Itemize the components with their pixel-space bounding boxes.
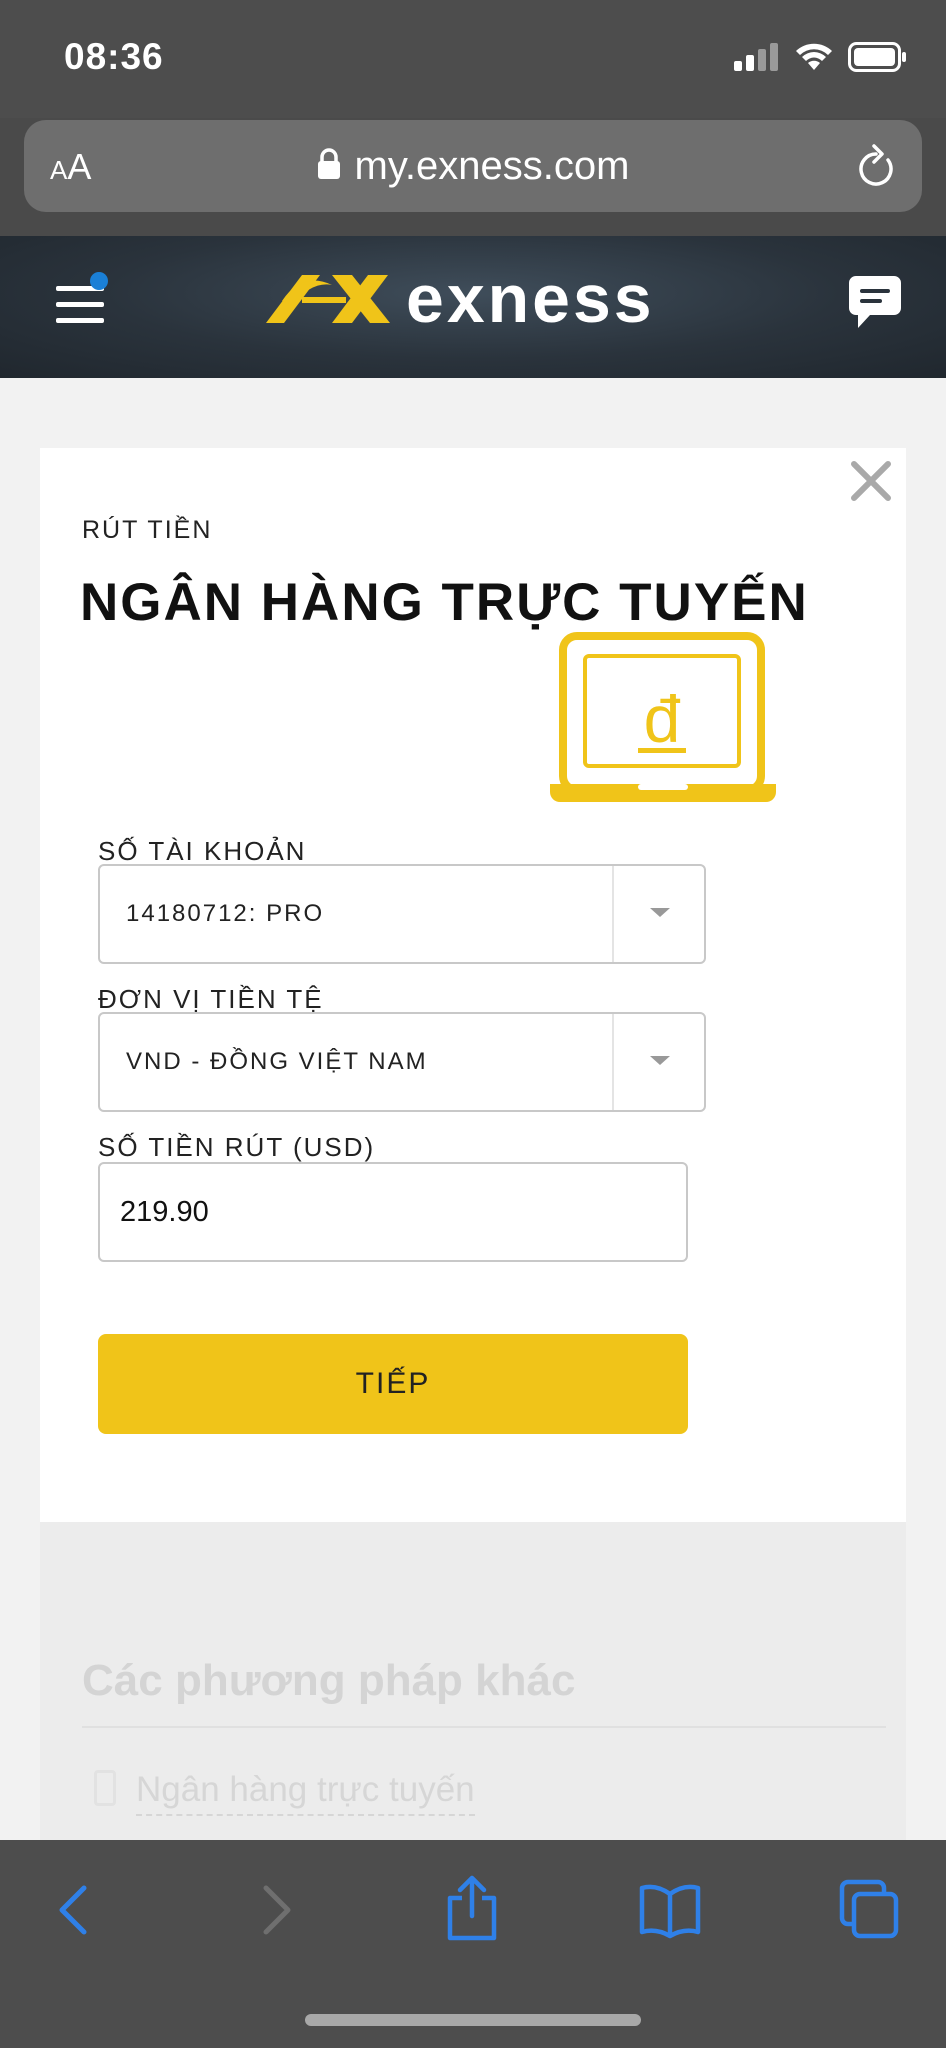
- url-display[interactable]: my.exness.com: [24, 144, 922, 189]
- exness-logo-mark-icon: [266, 275, 390, 323]
- status-time: 08:36: [64, 36, 164, 77]
- phone-icon: [94, 1770, 116, 1806]
- battery-icon: [848, 42, 906, 72]
- site-header: exness: [0, 236, 946, 378]
- amount-input[interactable]: [120, 1164, 670, 1260]
- bookmarks-icon[interactable]: [638, 1880, 702, 1940]
- forward-icon[interactable]: [256, 1880, 296, 1940]
- home-indicator[interactable]: [305, 2014, 641, 2026]
- amount-field[interactable]: [98, 1162, 688, 1262]
- other-methods-title: Các phương pháp khác: [82, 1656, 576, 1705]
- amount-label: SỐ TIỀN RÚT (USD): [98, 1132, 376, 1162]
- modal-title: NGÂN HÀNG TRỰC TUYẾN: [80, 573, 809, 632]
- currency-select-toggle[interactable]: [612, 1014, 704, 1110]
- currency-select[interactable]: VND - ĐỒNG VIỆT NAM: [98, 1012, 706, 1112]
- chat-icon[interactable]: [848, 274, 902, 332]
- account-label: SỐ TÀI KHOẢN: [98, 836, 307, 866]
- modal-eyebrow: RÚT TIỀN: [82, 516, 213, 544]
- wifi-icon: [796, 43, 832, 70]
- hamburger-menu-button[interactable]: [56, 272, 108, 332]
- account-select-toggle[interactable]: [612, 866, 704, 962]
- status-icons: [734, 42, 908, 72]
- signal-icon: [734, 43, 778, 71]
- withdrawal-modal: RÚT TIỀN NGÂN HÀNG TRỰC TUYẾN đ SỐ TÀI K…: [40, 448, 906, 1522]
- account-select-value: 14180712: PRO: [126, 900, 325, 927]
- close-icon[interactable]: [846, 456, 896, 506]
- notification-dot: [90, 272, 108, 290]
- back-icon[interactable]: [54, 1880, 94, 1940]
- laptop-currency-symbol: đ: [644, 682, 681, 756]
- logo-text: exness: [406, 261, 655, 337]
- laptop-dong-icon: đ: [550, 632, 776, 802]
- share-icon[interactable]: [444, 1874, 500, 1942]
- other-method-link[interactable]: Ngân hàng trực tuyến: [136, 1770, 475, 1816]
- account-select[interactable]: 14180712: PRO: [98, 864, 706, 964]
- url-text: my.exness.com: [354, 144, 630, 188]
- reload-icon[interactable]: [852, 140, 900, 192]
- divider: [82, 1726, 886, 1728]
- lock-icon: [317, 148, 340, 180]
- address-bar[interactable]: AA my.exness.com: [24, 120, 922, 212]
- tabs-icon[interactable]: [838, 1878, 900, 1940]
- chevron-down-icon: [650, 1056, 670, 1065]
- currency-select-value: VND - ĐỒNG VIỆT NAM: [126, 1048, 428, 1075]
- currency-label: ĐƠN VỊ TIỀN TỆ: [98, 984, 324, 1014]
- exness-logo[interactable]: exness: [262, 260, 655, 338]
- next-button[interactable]: TIẾP: [98, 1334, 688, 1434]
- status-bar: 08:36: [0, 0, 946, 118]
- chevron-down-icon: [650, 908, 670, 917]
- browser-toolbar: [0, 1840, 946, 2048]
